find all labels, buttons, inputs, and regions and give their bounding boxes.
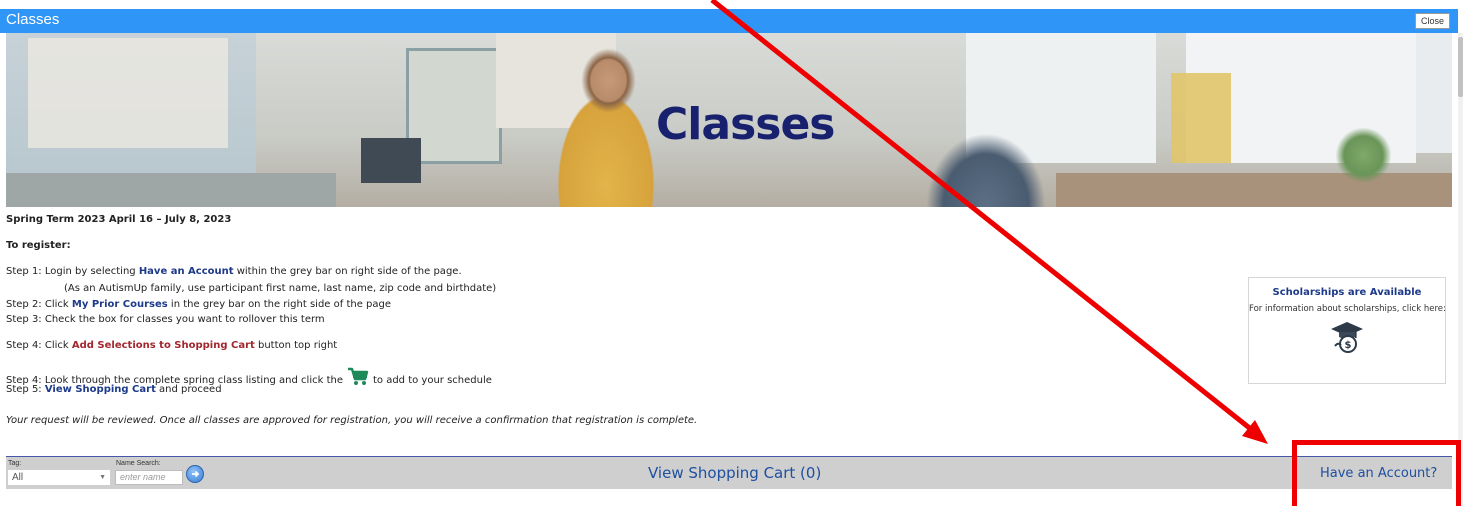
annotation-arrow-icon [710,0,1268,444]
